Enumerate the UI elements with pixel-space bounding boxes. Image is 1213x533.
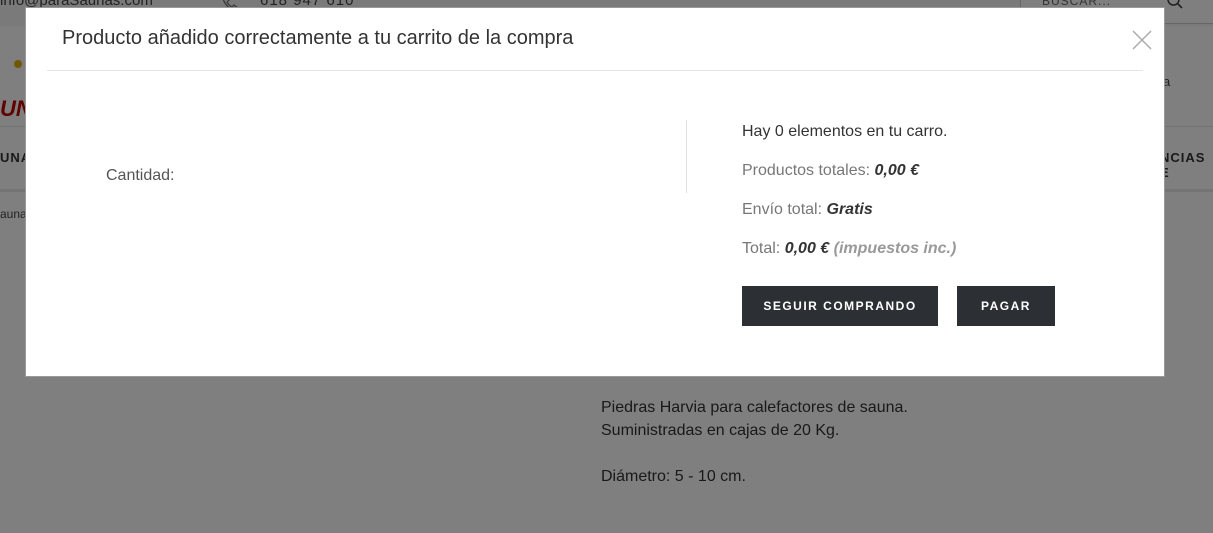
pay-button[interactable]: PAGAR [957,286,1055,326]
shipping-total: Envío total: Gratis [742,201,873,219]
cart-count-text: Hay 0 elementos en tu carro. [742,123,948,140]
tax-note: (impuestos inc.) [833,240,957,257]
modal-title: Producto añadido correctamente a tu carr… [62,27,574,49]
column-divider [686,120,687,193]
shipping-value: Gratis [826,201,873,218]
close-icon[interactable] [1130,28,1154,52]
shipping-label: Envío total: [742,201,823,218]
continue-shopping-button[interactable]: SEGUIR COMPRANDO [742,286,938,326]
products-total: Productos totales: 0,00 € [742,162,919,180]
quantity-label: Cantidad: [106,167,175,184]
modal-header: Producto añadido correctamente a tu carr… [47,8,1152,71]
products-total-value: 0,00 € [874,162,920,179]
cart-modal: Producto añadido correctamente a tu carr… [25,7,1165,377]
grand-total: Total: 0,00 € (impuestos inc.) [742,240,956,258]
total-value: 0,00 € [784,240,830,257]
total-label: Total: [742,240,781,257]
products-total-label: Productos totales: [742,162,871,179]
